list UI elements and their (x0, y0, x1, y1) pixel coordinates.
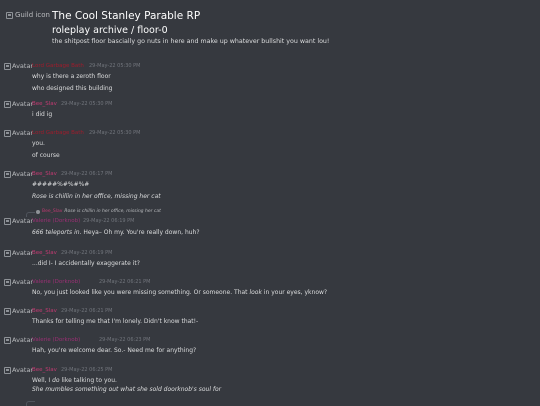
message-timestamp: 29-May-22 06:19 PM (83, 218, 135, 224)
avatar-alt-text: Avatar (12, 278, 34, 286)
message-author[interactable]: Bee_Slav (32, 367, 57, 373)
broken-image-icon (4, 100, 11, 108)
message-text: of course (32, 152, 60, 159)
reply-connector (26, 401, 35, 406)
broken-image-icon (4, 129, 11, 137)
message-timestamp: 29-May-22 05:30 PM (61, 101, 113, 107)
message-author[interactable]: Bee_Slav (32, 101, 57, 107)
broken-image-icon (4, 249, 11, 257)
reply-reference[interactable]: Bee_Slav Rose is chillin in her office, … (36, 209, 161, 214)
message-text: Hah, you're welcome dear. So.- Need me f… (32, 347, 197, 354)
avatar-alt-text: Avatar (12, 100, 34, 108)
broken-image-icon (4, 217, 11, 225)
avatar[interactable]: Avatar (4, 170, 33, 178)
message-timestamp: 29-May-22 06:21 PM (61, 308, 113, 314)
avatar[interactable]: Avatar (4, 366, 33, 374)
avatar-alt-text: Avatar (12, 249, 34, 257)
message-text: She mumbles something out what she sold … (32, 386, 221, 393)
avatar-alt-text: Avatar (12, 62, 34, 70)
guild-icon[interactable]: Guild icon (6, 8, 50, 22)
broken-image-icon (4, 170, 11, 178)
reply-author: Bee_Slav (42, 209, 63, 214)
message-text: Thanks for telling me that I'm lonely. D… (32, 318, 199, 325)
message-author[interactable]: Bee_Slav (32, 171, 57, 177)
message-text-italic: do (52, 377, 60, 384)
avatar-alt-text: Avatar (12, 336, 34, 344)
message-author[interactable]: Valerie (Dorknob) (32, 279, 80, 285)
avatar[interactable]: Avatar (4, 278, 33, 286)
broken-image-icon (4, 62, 11, 70)
message-text: 666 teleports in. Heya– Oh my. You're re… (32, 229, 200, 236)
broken-image-icon (6, 11, 13, 19)
message-text-italic: 666 teleports in. (32, 229, 82, 236)
avatar-alt-text: Avatar (12, 170, 34, 178)
avatar[interactable]: Avatar (4, 336, 33, 344)
channel-topic: the shitpost floor bascially go nuts in … (52, 38, 330, 45)
guild-icon-alt-text: Guild icon (15, 11, 50, 19)
message-text: why is there a zeroth floor (32, 73, 111, 80)
broken-image-icon (4, 307, 11, 315)
message-text: No, you just looked like you were missin… (32, 289, 328, 296)
message-timestamp: 29-May-22 06:21 PM (99, 279, 151, 285)
message-text: i did ig (32, 111, 53, 118)
message-text-italic: look (249, 289, 262, 296)
message-author[interactable]: Bee_Slav (32, 308, 57, 314)
message-timestamp: 29-May-22 06:19 PM (61, 250, 113, 256)
message-text: who designed this building (32, 85, 113, 92)
message-timestamp: 29-May-22 06:17 PM (61, 171, 113, 177)
message-author[interactable]: Valerie (Dorknob) (32, 218, 80, 224)
message-timestamp: 29-May-22 05:30 PM (89, 130, 141, 136)
message-text: Rose is chillin in her office, missing h… (32, 193, 161, 200)
channel-name: roleplay archive / floor-0 (52, 25, 168, 36)
avatar-alt-text: Avatar (12, 129, 34, 137)
avatar[interactable]: Avatar (4, 307, 33, 315)
avatar[interactable]: Avatar (4, 100, 33, 108)
message-text: #####%#%#%# (32, 181, 90, 188)
message-text: ...did I- I accidentally exaggerate it? (32, 260, 140, 267)
channel-header: Guild icon The Cool Stanley Parable RP r… (0, 0, 540, 52)
reply-text: Rose is chillin in her office, missing h… (64, 209, 161, 214)
avatar-alt-text: Avatar (12, 307, 34, 315)
reply-avatar (36, 209, 40, 214)
message-timestamp: 29-May-22 06:23 PM (99, 337, 151, 343)
broken-image-icon (4, 336, 11, 344)
broken-image-icon (4, 366, 11, 374)
message-author[interactable]: Lord Garbage Bath (32, 130, 84, 136)
guild-title: The Cool Stanley Parable RP (52, 10, 201, 22)
avatar[interactable]: Avatar (4, 129, 33, 137)
message-text-italic: Rose is chillin in her office, missing h… (32, 193, 161, 200)
avatar-alt-text: Avatar (12, 217, 34, 225)
message-author[interactable]: Valerie (Dorknob) (32, 337, 80, 343)
avatar[interactable]: Avatar (4, 249, 33, 257)
avatar-alt-text: Avatar (12, 366, 34, 374)
avatar[interactable]: Avatar (4, 62, 33, 70)
message-author[interactable]: Lord Garbage Bath (32, 63, 84, 69)
message-author[interactable]: Bee_Slav (32, 250, 57, 256)
message-text: Well, I do like talking to you. (32, 377, 117, 384)
message-text: you. (32, 140, 45, 147)
broken-image-icon (4, 278, 11, 286)
message-text-italic: She mumbles something out what she sold … (32, 386, 222, 393)
message-timestamp: 29-May-22 05:30 PM (89, 63, 141, 69)
avatar[interactable]: Avatar (4, 217, 33, 225)
message-timestamp: 29-May-22 06:25 PM (61, 367, 113, 373)
